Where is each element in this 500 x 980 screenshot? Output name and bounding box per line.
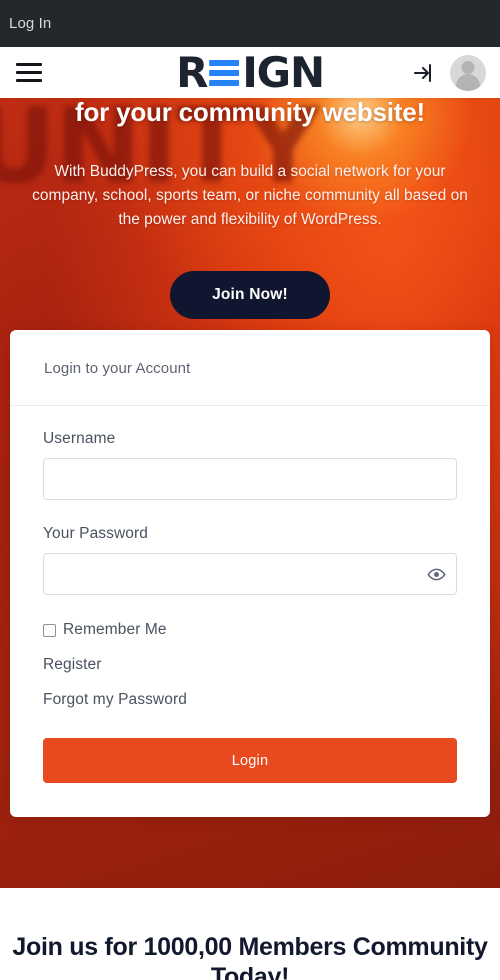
login-card-header: Login to your Account [10,330,490,406]
remember-me-row[interactable]: Remember Me [43,621,457,639]
logo-wordmark: R IGN [176,47,325,97]
login-form: Username Your Password Remember Me Regis… [10,406,490,817]
hamburger-bar-2 [16,71,42,74]
password-input-wrap [43,553,457,595]
field-spacer [43,505,457,525]
header-actions [412,54,486,91]
hamburger-bar-3 [16,79,42,82]
remember-me-checkbox[interactable] [43,623,56,637]
register-link[interactable]: Register [43,656,457,674]
login-card: Login to your Account Username Your Pass… [10,330,490,817]
logo-bar-bottom [209,79,240,86]
username-field-group: Username [43,430,457,500]
eye-icon[interactable] [425,563,447,585]
join-now-button[interactable]: Join Now! [170,271,330,320]
hero-subtitle: With BuddyPress, you can build a social … [32,162,468,228]
members-cta-title: Join us for 1000,00 Members Community To… [12,933,488,980]
username-input-wrap [43,458,457,500]
logo-bar-top [209,59,240,66]
password-field-group: Your Password [43,525,457,595]
hero-title: for your community website! [75,98,425,127]
login-submit-button[interactable]: Login [43,738,457,783]
user-avatar-icon[interactable] [450,54,486,91]
logo-letters-ign: IGN [242,47,325,97]
remember-me-label: Remember Me [63,621,167,638]
hamburger-menu-icon[interactable] [16,62,42,84]
site-header: R IGN [0,47,500,98]
members-cta-section: Join us for 1000,00 Members Community To… [0,888,500,980]
logo-bar-middle [209,69,240,76]
avatar-body [456,73,480,91]
admin-bar-login-link[interactable]: Log In [0,16,51,31]
password-label: Your Password [43,525,148,542]
username-input[interactable] [43,458,457,500]
forgot-password-link[interactable]: Forgot my Password [43,691,457,709]
avatar-head [461,60,475,74]
sign-in-arrow-icon[interactable] [412,61,436,85]
page-root: Log In R IGN UNITY for your community we… [0,0,500,980]
hero-content: for your community website! With BuddyPr… [0,98,500,320]
login-card-title: Login to your Account [44,360,191,377]
hamburger-bar-1 [16,63,42,66]
password-input[interactable] [43,553,457,595]
eye-glyph [426,568,446,580]
logo-letter-r: R [176,47,208,97]
username-label: Username [43,430,116,447]
blue-bars-e-icon [209,59,240,86]
site-logo[interactable]: R IGN [176,47,325,97]
wp-admin-bar: Log In [0,0,500,47]
